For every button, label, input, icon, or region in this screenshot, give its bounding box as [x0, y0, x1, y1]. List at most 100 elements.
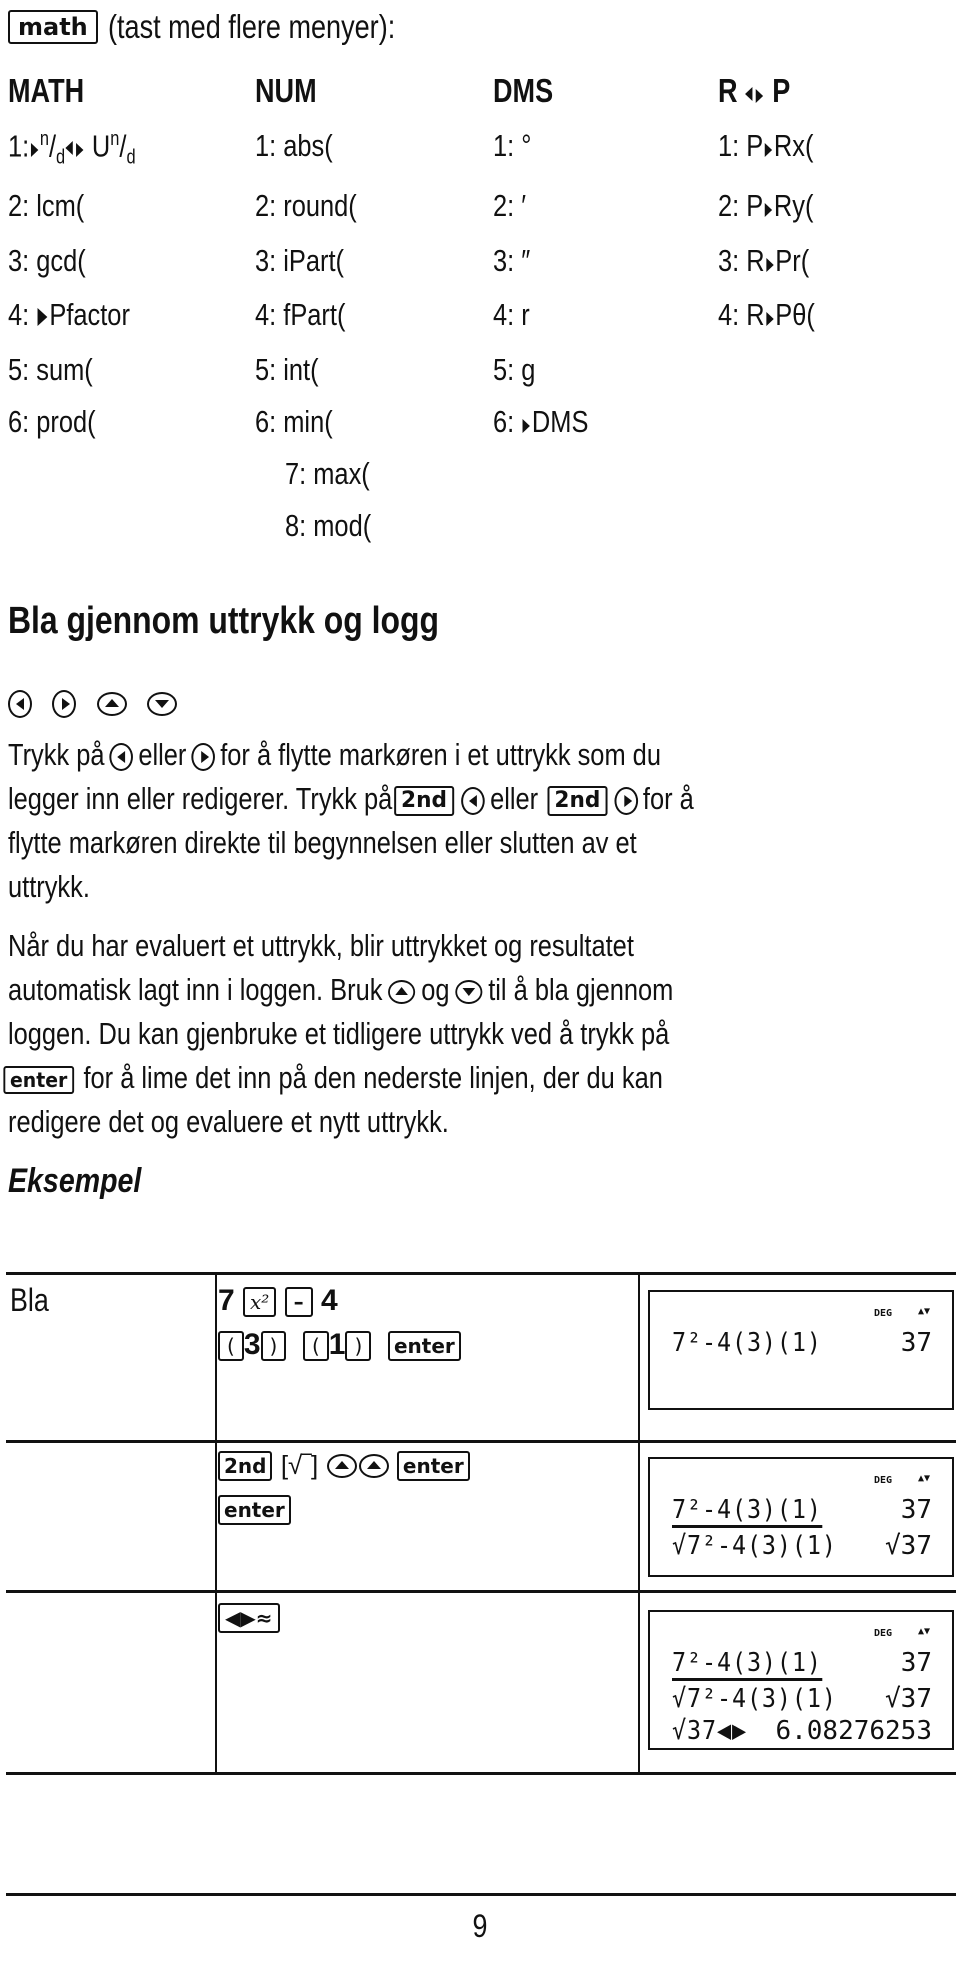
- dms-item-1: 1: °: [493, 128, 532, 163]
- example-row-label: Bla: [10, 1282, 49, 1318]
- right-paren-key: ): [345, 1331, 372, 1362]
- right-arrow-key-icon: [614, 786, 638, 815]
- 2nd-key: 2nd: [394, 785, 455, 816]
- num-item-5: 5: int(: [255, 352, 319, 387]
- convert-triangle-icon: [766, 258, 774, 272]
- enter-key: enter: [3, 1065, 74, 1094]
- para1-line4: uttrykk.: [8, 869, 90, 904]
- row2-keystrokes-line2: enter: [218, 1492, 291, 1526]
- calc-screen-1: DEG ▲▼ 7²-4(3)(1) 37: [648, 1290, 954, 1410]
- screen-result: √37: [885, 1531, 932, 1561]
- para1-line3: flytte markøren direkte til begynnelsen …: [8, 825, 637, 860]
- convert-triangle-icon: [37, 308, 48, 326]
- enter-key: enter: [387, 1331, 461, 1362]
- table-row-divider-2: [6, 1590, 956, 1593]
- screen-expression: √37◀▶: [672, 1716, 747, 1746]
- scroll-indicator-icon: ▲▼: [917, 1626, 930, 1637]
- table-col-divider-1: [215, 1272, 217, 1774]
- menu-title-rp: R P: [718, 72, 790, 110]
- left-paren-key: (: [218, 1331, 244, 1362]
- math-item-5: 5: sum(: [8, 352, 93, 387]
- left-arrow-key-icon: [461, 786, 485, 815]
- table-row-divider-1: [6, 1440, 956, 1443]
- rp-title-p: P: [772, 72, 791, 109]
- num-item-7: 7: max(: [285, 456, 370, 491]
- para2-line2: automatisk lagt inn i loggen. Bruk og ti…: [8, 972, 674, 1007]
- menu-title-num: NUM: [255, 72, 317, 109]
- math-key: math: [8, 10, 98, 44]
- rp-item-1: 1: P Rx(: [718, 128, 814, 163]
- sqrt-key-label: [√‾]: [280, 1450, 319, 1480]
- right-triangle-icon: [755, 89, 764, 103]
- screen-expression: √7²-4(3)(1): [672, 1531, 837, 1561]
- up-arrow-key-icon: [358, 1454, 389, 1479]
- convert-triangle-icon: [764, 203, 773, 217]
- mode-indicator: DEG: [873, 1628, 892, 1639]
- screen-expression: 7²-4(3)(1): [672, 1648, 822, 1681]
- right-arrow-key-icon: [52, 690, 77, 718]
- calc-screen-3: DEG ▲▼ 7²-4(3)(1) 37 √7²-4(3)(1) √37 √37…: [648, 1610, 954, 1750]
- num-item-6: 6: min(: [255, 404, 333, 439]
- scroll-indicator-icon: ▲▼: [917, 1473, 930, 1484]
- math-item-4: 4: Pfactor: [8, 297, 130, 332]
- enter-key: enter: [396, 1451, 470, 1482]
- dms-item-6: 6: DMS: [493, 404, 589, 439]
- scroll-indicator-icon: ▲▼: [917, 1306, 930, 1317]
- rp-item-4: 4: R Pθ(: [718, 297, 815, 332]
- screen-result: 37: [900, 1648, 932, 1678]
- math-item-2: 2: lcm(: [8, 188, 85, 223]
- x-squared-key: x²: [243, 1287, 277, 1318]
- intro-text: (tast med flere menyer):: [108, 8, 396, 45]
- up-arrow-key-icon: [326, 1454, 357, 1479]
- num-item-8: 8: mod(: [285, 508, 372, 543]
- 2nd-key: 2nd: [547, 785, 608, 816]
- num-item-4: 4: fPart(: [255, 297, 346, 332]
- row1-keystrokes-line1: 7 x² – 4: [218, 1284, 338, 1318]
- key-4: 4: [321, 1284, 338, 1317]
- table-bottom-rule: [6, 1772, 956, 1775]
- intro-line: math (tast med flere menyer):: [8, 8, 459, 46]
- approx-toggle-key: ◀▶≈: [218, 1603, 280, 1634]
- dms-item-4: 4: r: [493, 297, 530, 332]
- right-arrow-key-icon: [191, 742, 216, 771]
- right-triangle-icon: [75, 143, 84, 158]
- left-arrow-key-icon: [8, 690, 32, 718]
- down-arrow-key-icon: [147, 692, 178, 716]
- para2-line3: loggen. Du kan gjenbruke et tidligere ut…: [8, 1016, 670, 1051]
- 2nd-key: 2nd: [218, 1451, 273, 1482]
- minus-key: –: [284, 1287, 313, 1318]
- rp-item-2: 2: P Ry(: [718, 188, 814, 223]
- row3-keystrokes: ◀▶≈: [218, 1600, 280, 1634]
- mode-indicator: DEG: [873, 1308, 892, 1319]
- math-item-6: 6: prod(: [8, 404, 96, 439]
- left-arrow-key-icon: [109, 742, 134, 771]
- screen-expression: √7²-4(3)(1): [672, 1684, 837, 1714]
- enter-key: enter: [218, 1495, 291, 1526]
- mode-indicator: DEG: [873, 1475, 892, 1486]
- menu-title-dms: DMS: [493, 72, 554, 109]
- example-heading: Eksempel: [8, 1162, 142, 1200]
- row1-keystrokes-line2: (3) (1) enter: [218, 1328, 461, 1362]
- up-arrow-key-icon: [96, 692, 127, 716]
- section-title: Bla gjennom uttrykk og logg: [8, 600, 439, 642]
- num-item-3: 3: iPart(: [255, 243, 344, 278]
- math-item-3: 3: gcd(: [8, 243, 86, 278]
- arrow-keys-row: [8, 690, 178, 718]
- screen-result: 37: [900, 1495, 932, 1525]
- para2-line4: enter for å lime det inn på den nederste…: [3, 1056, 663, 1100]
- para1-line2: legger inn eller redigerer. Trykk på 2nd…: [8, 781, 694, 816]
- key-3: 3: [243, 1328, 261, 1361]
- screen-expression: 7²-4(3)(1): [672, 1495, 822, 1528]
- screen-result: √37: [885, 1684, 932, 1714]
- left-paren-key: (: [302, 1331, 329, 1362]
- convert-triangle-icon: [30, 143, 39, 158]
- dms-item-2: 2: ′: [493, 188, 527, 223]
- left-triangle-icon: [745, 87, 753, 101]
- key-1: 1: [328, 1328, 346, 1361]
- key-7: 7: [218, 1284, 235, 1317]
- table-col-divider-2: [638, 1272, 640, 1774]
- convert-triangle-icon: [766, 312, 774, 326]
- right-paren-key: ): [260, 1331, 287, 1362]
- row2-keystrokes-line1: 2nd [√‾] enter: [218, 1448, 470, 1482]
- para1-line1: Trykk på eller for å flytte markøren i e…: [8, 737, 661, 772]
